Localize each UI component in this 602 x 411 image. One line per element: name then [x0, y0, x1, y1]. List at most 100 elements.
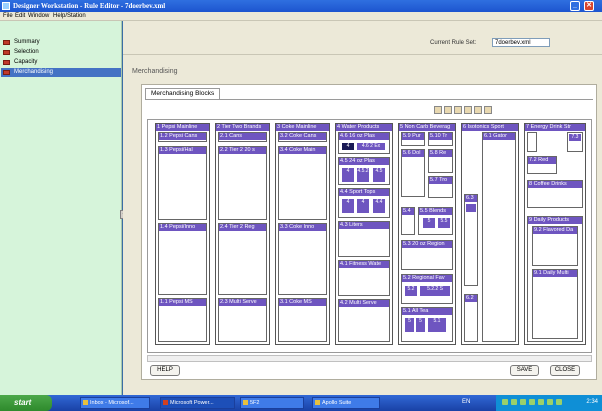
block-header[interactable]: 7 Energy Drink Str — [525, 124, 585, 131]
close-button[interactable]: CLOSE — [550, 365, 580, 376]
taskbar-item[interactable]: Inbox - Microsof... — [80, 397, 150, 409]
start-button[interactable]: start — [0, 395, 52, 411]
block-header[interactable]: 2 Tier Two Brands — [216, 124, 269, 131]
close-window-button[interactable]: ✕ — [584, 1, 594, 11]
block[interactable]: 5.4 — [401, 207, 415, 235]
block-chip[interactable]: 4.4 — [373, 199, 385, 213]
sidebar-item-summary[interactable]: Summary — [1, 38, 121, 47]
sidebar-item-capacity[interactable]: Capacity — [1, 58, 121, 67]
block[interactable]: 5.3 20 oz Region — [401, 240, 453, 270]
block-column[interactable]: 2 Tier Two Brands 2.1 Cans 2.2 Tier 2 20… — [215, 123, 270, 345]
update-icon[interactable] — [529, 399, 535, 405]
block[interactable]: 9.1 Daily Multi — [532, 269, 578, 339]
block[interactable]: 6.2 — [464, 294, 478, 342]
block[interactable]: 3.4 Coke Main — [278, 146, 327, 220]
block-chip[interactable]: 4.5 — [373, 168, 385, 182]
block-header[interactable]: 1 Pepsi Mainline — [156, 124, 209, 131]
block-chip[interactable]: 5.2.2 S — [420, 286, 450, 296]
block-chip[interactable]: 4.5.2 — [357, 168, 369, 182]
block-column[interactable]: 1 Pepsi Mainline 1.2 Pepsi Cans 1.3 Peps… — [155, 123, 210, 345]
rule-set-field[interactable]: 7doerbev.xml — [492, 38, 550, 47]
menu-edit[interactable]: Edit — [15, 13, 25, 19]
block[interactable]: 4.3 Liters — [338, 221, 390, 257]
block[interactable] — [527, 132, 537, 152]
settings-icon[interactable] — [484, 106, 492, 114]
block[interactable]: 4.5 24 oz Plas 4 4.5.2 4.5 — [338, 157, 390, 185]
block[interactable]: 8 Coffee Drinks — [527, 180, 583, 208]
block[interactable]: 9 Daily Products 9.2 Flavored Da 9.1 Dai… — [527, 216, 583, 342]
help-button[interactable]: HELP — [150, 365, 180, 376]
network-icon[interactable] — [502, 399, 508, 405]
sync-icon[interactable] — [538, 399, 544, 405]
block-header[interactable]: 6 Isotonics Sport — [462, 124, 518, 131]
grid-view-icon[interactable] — [434, 106, 442, 114]
save-button[interactable]: SAVE — [510, 365, 539, 376]
block[interactable]: 1.3 Pepsi/Hal — [158, 146, 207, 220]
block[interactable]: 4.6 16 oz Plas 4 4.6 2 Ex — [338, 132, 390, 154]
block[interactable]: 2.4 Tier 2 Reg — [218, 223, 267, 295]
clock[interactable]: 2:34 — [586, 399, 598, 405]
block[interactable]: 1.4 Pepsi/Inno — [158, 223, 207, 295]
block-chip[interactable] — [466, 204, 476, 212]
block[interactable]: 5.7 Tro — [428, 176, 453, 198]
block-chip[interactable]: 5.5 — [438, 218, 450, 228]
block-chip[interactable]: 5.2 — [405, 286, 417, 296]
block-header[interactable]: 3 Coke Mainline — [276, 124, 329, 131]
battery-icon[interactable] — [547, 399, 553, 405]
menu-help[interactable]: Help/Station — [53, 13, 86, 19]
block[interactable]: 5.6 Dol — [401, 149, 425, 197]
block-chip[interactable]: 5 — [405, 318, 414, 332]
block-chip[interactable]: 5.1 — [428, 318, 446, 332]
block-chip[interactable]: 4 — [357, 199, 369, 213]
block[interactable]: 7.3 — [567, 132, 583, 152]
block[interactable]: 4.1 Fitness Wate — [338, 260, 390, 296]
block-column[interactable]: 5 Non Carb Beverag 5.9 Pur 5.10 Tr 5.6 D… — [398, 123, 456, 345]
block[interactable]: 5.2 Regional Fav 5.2 5.2.2 S — [401, 274, 453, 304]
block[interactable]: 6.1 Gator — [482, 132, 516, 342]
block[interactable]: 3.1 Coke MS — [278, 298, 327, 342]
taskbar-item[interactable]: 5F2 — [240, 397, 304, 409]
block[interactable]: 4.4 Sport Tops 4 4 4.4 — [338, 188, 390, 218]
block[interactable]: 4.2 Multi Serve — [338, 299, 390, 342]
block[interactable]: 1.1 Pepsi MS — [158, 298, 207, 342]
block-chip[interactable]: 4 — [342, 168, 354, 182]
block-column[interactable]: 6 Isotonics Sport 6.1 Gator 6.3 6.2 — [461, 123, 519, 345]
antivirus-icon[interactable] — [556, 399, 562, 405]
block-chip[interactable]: 4.6 2 Ex — [357, 143, 385, 150]
sidebar-item-selection[interactable]: Selection — [1, 48, 121, 57]
block-chip[interactable]: 4 — [342, 143, 354, 150]
block[interactable]: 5.1 All Tea 5 5 5.1 — [401, 307, 453, 342]
security-icon[interactable] — [520, 399, 526, 405]
block[interactable]: 2.1 Cans — [218, 132, 267, 142]
block-header[interactable]: 4 Water Products — [336, 124, 392, 131]
block[interactable]: 9.2 Flavored Da — [532, 226, 578, 266]
block[interactable]: 1.2 Pepsi Cans — [158, 132, 207, 142]
edit-icon[interactable] — [444, 106, 452, 114]
block-chip[interactable]: 7.3 — [569, 134, 581, 141]
block[interactable]: 2.3 Multi Serve — [218, 298, 267, 342]
block[interactable]: 3.2 Coke Cans — [278, 132, 327, 142]
block[interactable]: 3.3 Coke Inno — [278, 223, 327, 295]
sidebar-item-merchandising[interactable]: Merchandising — [1, 68, 121, 77]
taskbar-item[interactable]: Apollo Suite — [312, 397, 380, 409]
remove-icon[interactable] — [464, 106, 472, 114]
block-header[interactable]: 5 Non Carb Beverag — [399, 124, 455, 131]
block-column[interactable]: 7 Energy Drink Str 7.3 7.2 Red 8 Coffee … — [524, 123, 586, 345]
minimize-button[interactable]: _ — [570, 1, 580, 11]
block-column[interactable]: 4 Water Products 4.6 16 oz Plas 4 4.6 2 … — [335, 123, 393, 345]
chart-icon[interactable] — [474, 106, 482, 114]
menu-file[interactable]: File — [3, 13, 13, 19]
tab-merchandising-blocks[interactable]: Merchandising Blocks — [145, 88, 221, 99]
menu-window[interactable]: Window — [28, 13, 49, 19]
block-column[interactable]: 3 Coke Mainline 3.2 Coke Cans 3.4 Coke M… — [275, 123, 330, 345]
block-chip[interactable]: 5 — [423, 218, 435, 228]
language-indicator[interactable]: EN — [462, 399, 470, 405]
horizontal-scrollbar[interactable] — [147, 355, 592, 362]
block[interactable]: 5.8 Re — [428, 149, 453, 173]
add-icon[interactable] — [454, 106, 462, 114]
volume-icon[interactable] — [511, 399, 517, 405]
taskbar-item[interactable]: Microsoft Power... — [160, 397, 235, 409]
block[interactable]: 5.9 Pur — [401, 132, 425, 146]
block[interactable]: 7.2 Red — [527, 156, 557, 174]
block-chip[interactable]: 5 — [416, 318, 425, 332]
